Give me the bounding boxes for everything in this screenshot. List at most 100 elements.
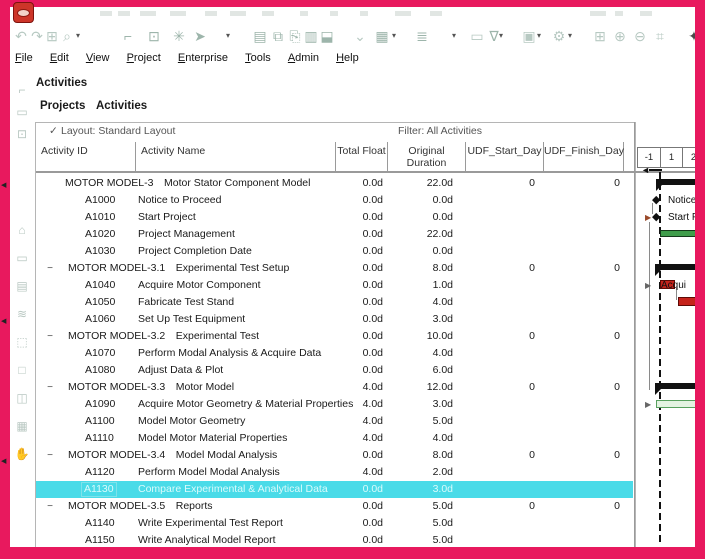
copy-icon[interactable]: ⧉ xyxy=(270,26,286,46)
table-row[interactable]: A1080Adjust Data & Plot0.0d6.0d xyxy=(36,362,633,379)
collapse-icon[interactable]: − xyxy=(45,447,55,464)
collapse-arrow-icon[interactable]: ◀ xyxy=(1,458,9,466)
table-row[interactable]: A1100Model Motor Geometry4.0d5.0d xyxy=(36,413,633,430)
group-icon[interactable]: ▣ xyxy=(521,26,537,46)
table-row[interactable]: A1140Write Experimental Test Report0.0d5… xyxy=(36,515,633,532)
resource-icon[interactable]: ⊞ xyxy=(592,26,608,46)
table-row[interactable]: A1030Project Completion Date0.0d0.0d xyxy=(36,243,633,260)
table-row[interactable]: A1120Perform Model Modal Analysis4.0d2.0… xyxy=(36,464,633,481)
collapse-icon[interactable]: − xyxy=(36,175,37,192)
paste-icon[interactable]: ⎘ xyxy=(287,26,303,46)
table-row[interactable]: A1000Notice to Proceed0.0d0.0d xyxy=(36,192,633,209)
gantt-summary-bar[interactable] xyxy=(655,264,697,270)
collapse-icon[interactable]: − xyxy=(45,498,55,515)
search-icon[interactable]: ⌕ xyxy=(59,26,75,46)
star-icon[interactable]: ✳ xyxy=(171,26,187,46)
dropdown-caret-icon[interactable]: ▾ xyxy=(499,31,503,40)
column-header-udf-start-day[interactable]: UDF_Start_Day xyxy=(466,142,544,171)
table-row[interactable]: A1130Compare Experimental & Analytical D… xyxy=(36,481,633,498)
collapse-icon[interactable]: − xyxy=(45,260,55,277)
feedback-icon[interactable]: ✋ xyxy=(13,446,31,462)
column-header-activity-name[interactable]: Activity Name xyxy=(136,142,336,171)
gantt-milestone-icon[interactable]: ◆ xyxy=(652,211,660,223)
activities-icon[interactable]: ▭ xyxy=(13,250,31,266)
column-header-udf-finish-day[interactable]: UDF_Finish_Day xyxy=(544,142,624,171)
group-row[interactable]: −MOTOR MODEL-3.1 Experimental Test Setup… xyxy=(36,260,633,277)
redo-icon[interactable]: ↷ xyxy=(29,26,45,46)
zoom-out-icon[interactable]: ⊖ xyxy=(632,26,648,46)
gantt-summary-bar[interactable] xyxy=(656,179,697,185)
table-row[interactable]: A1110Model Motor Material Properties4.0d… xyxy=(36,430,633,447)
group-row[interactable]: −MOTOR MODEL-3.4 Model Modal Analysis0.0… xyxy=(36,447,633,464)
table-row[interactable]: A1040Acquire Motor Component0.0d1.0d xyxy=(36,277,633,294)
gantt-milestone-icon[interactable]: ◆ xyxy=(652,194,660,206)
dropdown-caret-icon[interactable]: ▾ xyxy=(537,31,541,40)
table-row[interactable]: A1090Acquire Motor Geometry & Material P… xyxy=(36,396,633,413)
dropdown-caret-icon[interactable]: ▾ xyxy=(76,31,80,40)
thresholds-icon[interactable]: ⬚ xyxy=(13,334,31,350)
reports-icon[interactable]: ⊡ xyxy=(13,126,31,142)
menu-project[interactable]: Project xyxy=(127,52,161,64)
menu-enterprise[interactable]: Enterprise xyxy=(178,52,228,64)
menu-file[interactable]: File xyxy=(15,52,33,64)
column-header-original-duration[interactable]: Original Duration xyxy=(388,142,466,171)
collapse-arrow-icon[interactable]: ◀ xyxy=(1,318,9,326)
resources-icon[interactable]: ▭ xyxy=(13,104,31,120)
menu-view[interactable]: View xyxy=(86,52,110,64)
gantt-summary-bar[interactable] xyxy=(655,383,697,389)
corner-icon[interactable]: ⌐ xyxy=(120,26,136,46)
dropdown-caret-icon[interactable]: ▾ xyxy=(568,31,572,40)
table-row[interactable]: A1150Write Analytical Model Report0.0d5.… xyxy=(36,532,633,547)
menu-admin[interactable]: Admin xyxy=(288,52,319,64)
print-icon[interactable]: ⬓ xyxy=(319,26,335,46)
risks-icon[interactable]: ◫ xyxy=(13,390,31,406)
menu-edit[interactable]: Edit xyxy=(50,52,69,64)
column-header-total-float[interactable]: Total Float xyxy=(336,142,388,171)
table-gantt-splitter[interactable] xyxy=(634,122,635,547)
dropdown-caret-icon[interactable]: ▾ xyxy=(226,31,230,40)
table-row[interactable]: A1060Set Up Test Equipment0.0d3.0d xyxy=(36,311,633,328)
gantt-task-bar[interactable] xyxy=(660,230,697,237)
table-row[interactable]: A1050Fabricate Test Stand0.0d4.0d xyxy=(36,294,633,311)
window-icon[interactable]: ▤ xyxy=(252,26,268,46)
table-row[interactable]: A1020Project Management0.0d22.0d xyxy=(36,226,633,243)
pointer-icon[interactable]: ➤ xyxy=(192,26,208,46)
home-icon[interactable]: ⌂ xyxy=(13,222,31,238)
timescale-cell[interactable]: 1 xyxy=(660,147,683,168)
expenses-icon[interactable]: ≋ xyxy=(13,306,31,322)
gantt-task-bar[interactable] xyxy=(656,400,697,408)
add-icon[interactable]: ⊞ xyxy=(44,26,60,46)
undo-icon[interactable]: ↶ xyxy=(13,26,29,46)
group-row[interactable]: −MOTOR MODEL-3.2 Experimental Test0.0d10… xyxy=(36,328,633,345)
report-icon[interactable]: ▥ xyxy=(303,26,319,46)
column-header-activity-id[interactable]: Activity ID xyxy=(36,142,136,171)
group-row[interactable]: −MOTOR MODEL-3 Motor Stator Component Mo… xyxy=(36,175,633,192)
group-row[interactable]: −MOTOR MODEL-3.3 Motor Model4.0d12.0d00 xyxy=(36,379,633,396)
wbs-icon[interactable]: ▤ xyxy=(13,278,31,294)
fit-icon[interactable]: ⌗ xyxy=(652,26,668,46)
dropdown-caret-icon[interactable]: ▾ xyxy=(452,31,456,40)
collapse-icon[interactable]: − xyxy=(45,328,55,345)
menu-help[interactable]: Help xyxy=(336,52,359,64)
tab-activities[interactable]: Activities xyxy=(96,100,147,112)
dropdown-caret-icon[interactable]: ▾ xyxy=(392,31,396,40)
menu-tools[interactable]: Tools xyxy=(245,52,271,64)
tab-projects[interactable]: Projects xyxy=(40,100,85,112)
issues-icon[interactable]: □ xyxy=(13,362,31,378)
projects-icon[interactable]: ⌐ xyxy=(13,82,31,98)
layout-options-bar[interactable]: ✓ Layout: Standard Layout Filter: All Ac… xyxy=(35,122,634,141)
table-row[interactable]: A1010Start Project0.0d0.0d xyxy=(36,209,633,226)
collapse-icon[interactable]: − xyxy=(45,379,55,396)
collapse-arrow-icon[interactable]: ◀ xyxy=(1,182,9,190)
collapse-icon[interactable]: ⌄ xyxy=(352,26,368,46)
schedule-icon[interactable]: ▦ xyxy=(374,26,390,46)
group-row[interactable]: −MOTOR MODEL-3.5 Reports0.0d5.0d00 xyxy=(36,498,633,515)
tools-icon[interactable]: ⚙ xyxy=(551,26,567,46)
original-duration-value: 5.0d xyxy=(387,498,453,515)
box-icon[interactable]: ▭ xyxy=(469,26,485,46)
table-row[interactable]: A1070Perform Modal Analysis & Acquire Da… xyxy=(36,345,633,362)
assign-icon[interactable]: ⊡ xyxy=(146,26,162,46)
documents-icon[interactable]: ▦ xyxy=(13,418,31,434)
zoom-in-icon[interactable]: ⊕ xyxy=(612,26,628,46)
bars-icon[interactable]: ≣ xyxy=(414,26,430,46)
